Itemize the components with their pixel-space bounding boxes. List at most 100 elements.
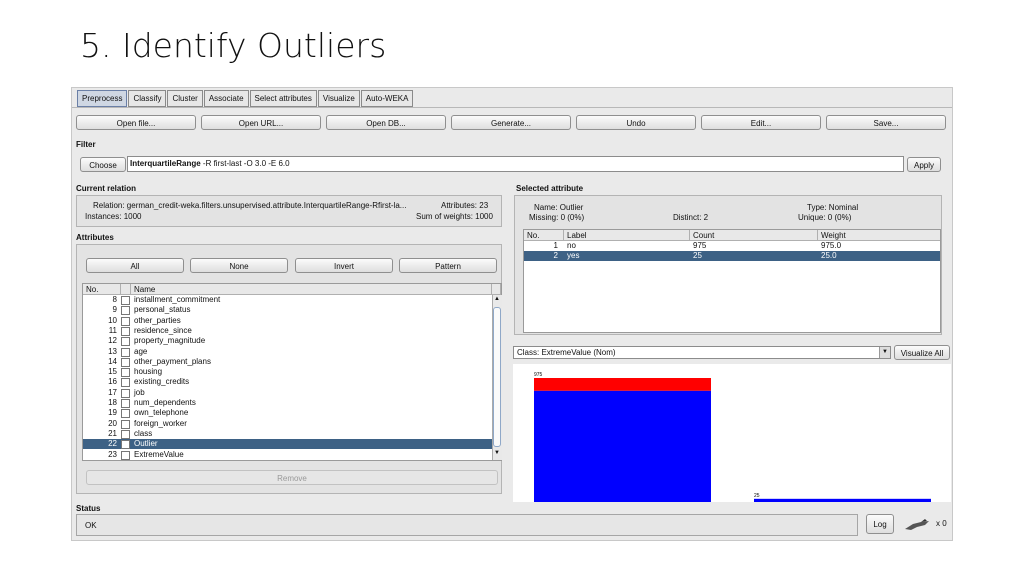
col-count-header: Count bbox=[690, 230, 818, 241]
chevron-down-icon[interactable]: ▼ bbox=[879, 347, 890, 358]
histogram-bar-label: 25 bbox=[754, 493, 760, 499]
table-row-selected[interactable]: 2 yes 25 25.0 bbox=[524, 251, 940, 261]
filter-name: InterquartileRange bbox=[130, 159, 201, 168]
attributes-scrollbar[interactable]: ▲ ▼ bbox=[492, 295, 502, 460]
checkbox[interactable] bbox=[121, 316, 130, 326]
checkbox[interactable] bbox=[121, 357, 130, 367]
scroll-down-icon[interactable]: ▼ bbox=[494, 450, 500, 456]
scroll-corner bbox=[492, 284, 501, 295]
table-row[interactable]: 23 ExtremeValue bbox=[83, 450, 492, 460]
table-row[interactable]: 16 existing_credits bbox=[83, 377, 492, 388]
attribute-name: other_parties bbox=[134, 315, 181, 325]
checkbox[interactable] bbox=[121, 378, 130, 388]
row-number: 9 bbox=[112, 305, 117, 315]
save-button[interactable]: Save... bbox=[826, 115, 946, 130]
row-number: 13 bbox=[108, 346, 117, 356]
attribute-name: Outlier bbox=[134, 439, 158, 449]
open-file-button[interactable]: Open file... bbox=[76, 115, 196, 130]
histogram-bar-label: 975 bbox=[534, 372, 543, 378]
table-row[interactable]: 13 age bbox=[83, 347, 492, 357]
checkbox[interactable] bbox=[121, 450, 130, 460]
scroll-thumb[interactable] bbox=[493, 307, 501, 447]
col-weight-header: Weight bbox=[818, 230, 940, 241]
table-row[interactable]: 21 class bbox=[83, 429, 492, 439]
tab-classify[interactable]: Classify bbox=[128, 90, 167, 107]
col-no-header: No. bbox=[524, 230, 564, 241]
attribute-name: job bbox=[134, 387, 145, 397]
table-row[interactable]: 22 Outlier bbox=[83, 439, 492, 450]
log-button[interactable]: Log bbox=[866, 514, 894, 534]
attribute-name: personal_status bbox=[134, 305, 191, 315]
choose-button[interactable]: Choose bbox=[80, 157, 126, 172]
table-row[interactable]: 8 installment_commitment bbox=[83, 295, 492, 305]
row-label: no bbox=[567, 241, 576, 250]
checkbox[interactable] bbox=[121, 399, 130, 408]
row-number: 22 bbox=[108, 439, 117, 449]
col-check-header bbox=[121, 284, 131, 295]
remove-button[interactable]: Remove bbox=[86, 470, 498, 485]
table-row[interactable]: 15 housing bbox=[83, 367, 492, 378]
checkbox[interactable] bbox=[121, 326, 130, 336]
class-select[interactable]: Class: ExtremeValue (Nom) ▼ bbox=[513, 346, 891, 359]
table-row[interactable]: 9 personal_status bbox=[83, 305, 492, 316]
table-row[interactable]: 10 other_parties bbox=[83, 316, 492, 326]
row-weight: 975.0 bbox=[821, 241, 842, 250]
attributes-count: Attributes: 23 bbox=[441, 201, 489, 210]
table-row[interactable]: 17 job bbox=[83, 388, 492, 398]
select-all-button[interactable]: All bbox=[86, 258, 184, 273]
tab-preprocess[interactable]: Preprocess bbox=[77, 90, 128, 107]
filter-field[interactable]: InterquartileRange -R first-last -O 3.0 … bbox=[127, 156, 904, 172]
col-name-header: Name bbox=[131, 284, 492, 295]
scroll-up-icon[interactable]: ▲ bbox=[494, 296, 500, 302]
checkbox[interactable] bbox=[121, 337, 130, 347]
checkbox[interactable] bbox=[121, 296, 130, 305]
current-relation-label: Current relation bbox=[76, 184, 137, 193]
table-row[interactable]: 12 property_magnitude bbox=[83, 336, 492, 347]
table-row[interactable]: 1 no 975 975.0 bbox=[524, 241, 940, 251]
generate-button[interactable]: Generate... bbox=[451, 115, 571, 130]
attribute-name: class bbox=[134, 428, 153, 438]
weka-bird-icon bbox=[903, 518, 933, 534]
table-row[interactable]: 11 residence_since bbox=[83, 326, 492, 336]
visualize-all-button[interactable]: Visualize All bbox=[894, 345, 950, 360]
checkbox[interactable] bbox=[121, 368, 130, 378]
row-number: 12 bbox=[108, 336, 117, 346]
row-no: 2 bbox=[553, 251, 558, 260]
invert-button[interactable]: Invert bbox=[295, 258, 393, 273]
apply-button[interactable]: Apply bbox=[907, 157, 941, 172]
row-number: 8 bbox=[112, 295, 117, 304]
attribute-name: existing_credits bbox=[134, 377, 190, 387]
tab-associate[interactable]: Associate bbox=[203, 90, 249, 107]
table-row[interactable]: 18 num_dependents bbox=[83, 398, 492, 408]
pattern-button[interactable]: Pattern bbox=[399, 258, 497, 273]
col-no-header: No. bbox=[83, 284, 121, 295]
row-weight: 25.0 bbox=[821, 251, 837, 260]
tab-bar: Preprocess Classify Cluster Associate Se… bbox=[77, 90, 414, 107]
edit-button[interactable]: Edit... bbox=[701, 115, 821, 130]
tab-visualize[interactable]: Visualize bbox=[317, 90, 360, 107]
tab-select-attributes[interactable]: Select attributes bbox=[249, 90, 317, 107]
table-row[interactable]: 20 foreign_worker bbox=[83, 419, 492, 429]
table-row[interactable]: 19 own_telephone bbox=[83, 408, 492, 419]
histogram-bar-blue bbox=[754, 498, 931, 502]
select-none-button[interactable]: None bbox=[190, 258, 288, 273]
row-number: 21 bbox=[108, 428, 117, 438]
row-number: 23 bbox=[108, 449, 117, 459]
checkbox[interactable] bbox=[121, 347, 130, 357]
selected-unique: Unique: 0 (0%) bbox=[798, 213, 852, 222]
checkbox[interactable] bbox=[121, 419, 130, 429]
tab-cluster[interactable]: Cluster bbox=[167, 90, 203, 107]
histogram-chart: 975 25 bbox=[534, 372, 931, 502]
row-label: yes bbox=[567, 251, 580, 260]
class-select-value: Class: ExtremeValue (Nom) bbox=[517, 348, 616, 357]
table-row[interactable]: 14 other_payment_plans bbox=[83, 357, 492, 367]
checkbox[interactable] bbox=[121, 388, 130, 398]
checkbox[interactable] bbox=[121, 409, 130, 419]
checkbox[interactable] bbox=[121, 440, 130, 450]
undo-button[interactable]: Undo bbox=[576, 115, 696, 130]
checkbox[interactable] bbox=[121, 306, 130, 316]
open-db-button[interactable]: Open DB... bbox=[326, 115, 446, 130]
open-url-button[interactable]: Open URL... bbox=[201, 115, 321, 130]
tab-auto-weka[interactable]: Auto-WEKA bbox=[360, 90, 414, 107]
checkbox[interactable] bbox=[121, 429, 130, 439]
